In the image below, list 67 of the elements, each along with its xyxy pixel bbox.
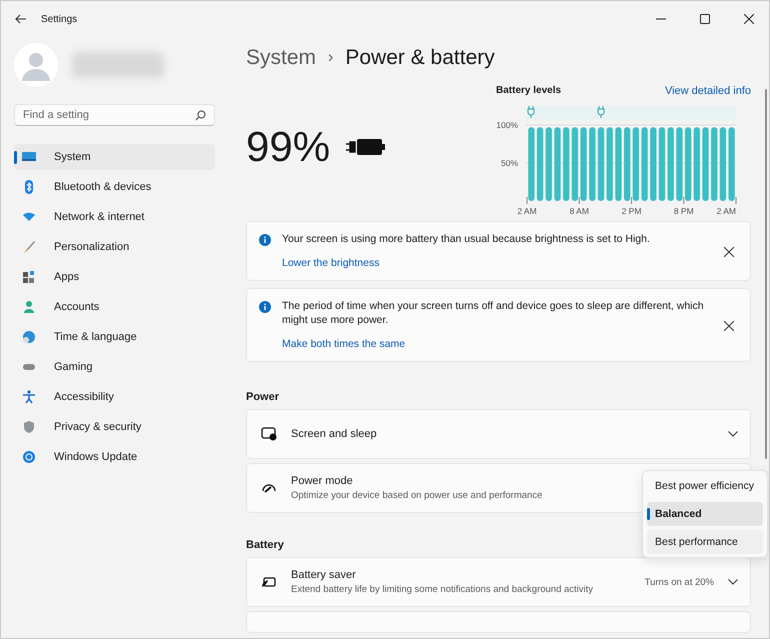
info-icon (259, 301, 271, 314)
window-title: Settings (41, 14, 78, 24)
view-detailed-info-link[interactable]: View detailed info (664, 85, 751, 97)
notice-text: The period of time when your screen turns off and device goes to sleep are different, which might use more power. (282, 300, 705, 328)
battery-leaf-icon (261, 575, 277, 590)
avatar (14, 43, 58, 87)
chart-title: Battery levels (496, 85, 562, 97)
shield-icon (22, 420, 36, 434)
sidebar-item[interactable]: Apps (14, 264, 215, 290)
sidebar-item[interactable]: Network & internet (14, 204, 215, 230)
plug-icon (528, 106, 534, 118)
sidebar-item[interactable]: Accessibility (14, 384, 215, 410)
section-heading: Power (246, 391, 280, 404)
battery-charging-icon (346, 136, 386, 158)
sidebar-item[interactable]: Bluetooth & devices (14, 174, 215, 200)
sidebar-item[interactable]: Gaming (14, 354, 215, 380)
section-heading: Battery (246, 539, 284, 552)
person-icon (22, 300, 36, 314)
brush-icon (22, 240, 36, 254)
chevron-down-icon[interactable] (728, 579, 738, 586)
sidebar-item[interactable]: Time & language (14, 324, 215, 350)
search-field[interactable]: Find a setting (14, 104, 215, 126)
breadcrumb-separator: › (328, 49, 334, 67)
back-icon[interactable] (15, 14, 27, 24)
row-title: Screen and sleep (291, 428, 377, 440)
bluetooth-icon (22, 180, 36, 194)
info-icon (259, 234, 271, 246)
monitor-icon (22, 150, 36, 164)
setting-row[interactable]: Battery saver Extend battery life by limiting some notifications and background activity Turns on at 20% (246, 557, 751, 608)
row-subtitle: Extend battery life by limiting some notifications and background activity (291, 584, 594, 596)
x-axis-label: 2 AM (517, 206, 537, 215)
wifi-icon (22, 210, 36, 224)
apps-icon (22, 270, 36, 284)
y-axis-label: 50% (500, 158, 518, 168)
menu-option[interactable]: Balanced (647, 502, 763, 526)
page-title: Power & battery (345, 46, 495, 70)
breadcrumb-parent[interactable]: System (246, 46, 316, 70)
plug-icon (598, 106, 604, 118)
row-subtitle: Optimize your device based on power use and performance (291, 490, 542, 502)
row-value: Turns on at 20% (644, 576, 714, 588)
close-icon[interactable] (724, 320, 734, 331)
row-title: Battery saver (291, 569, 356, 582)
notice-text: Your screen is using more battery than usual because brightness is set to High. (282, 233, 651, 247)
notice-link[interactable]: Make both times the same (282, 338, 406, 352)
search-icon (195, 110, 206, 121)
maximize-icon[interactable] (700, 14, 710, 24)
screen-sleep-icon (261, 427, 277, 442)
y-axis-label: 100% (496, 120, 518, 130)
battery-percentage: 99% (246, 123, 330, 171)
setting-row[interactable]: Screen and sleep (246, 409, 751, 460)
update-icon (22, 450, 36, 464)
chevron-down-icon[interactable] (728, 431, 738, 438)
notice-link[interactable]: Lower the brightness (282, 256, 380, 270)
x-axis-label: 8 PM (674, 206, 694, 215)
close-icon[interactable] (744, 14, 754, 24)
x-axis-label: 2 AM (716, 206, 736, 215)
row-title: Power mode (291, 475, 353, 488)
accessibility-icon (22, 390, 36, 404)
close-icon[interactable] (724, 246, 734, 257)
sidebar-item[interactable]: Privacy & security (14, 414, 215, 440)
x-axis-label: 2 PM (622, 206, 642, 215)
sidebar-item[interactable]: Accounts (14, 294, 215, 320)
sidebar-item[interactable]: System (14, 144, 215, 170)
menu-option[interactable]: Best performance (647, 530, 763, 554)
sidebar-item[interactable]: Windows Update (14, 444, 215, 470)
sidebar-item[interactable]: Personalization (14, 234, 215, 260)
x-axis-label: 8 AM (570, 206, 589, 215)
